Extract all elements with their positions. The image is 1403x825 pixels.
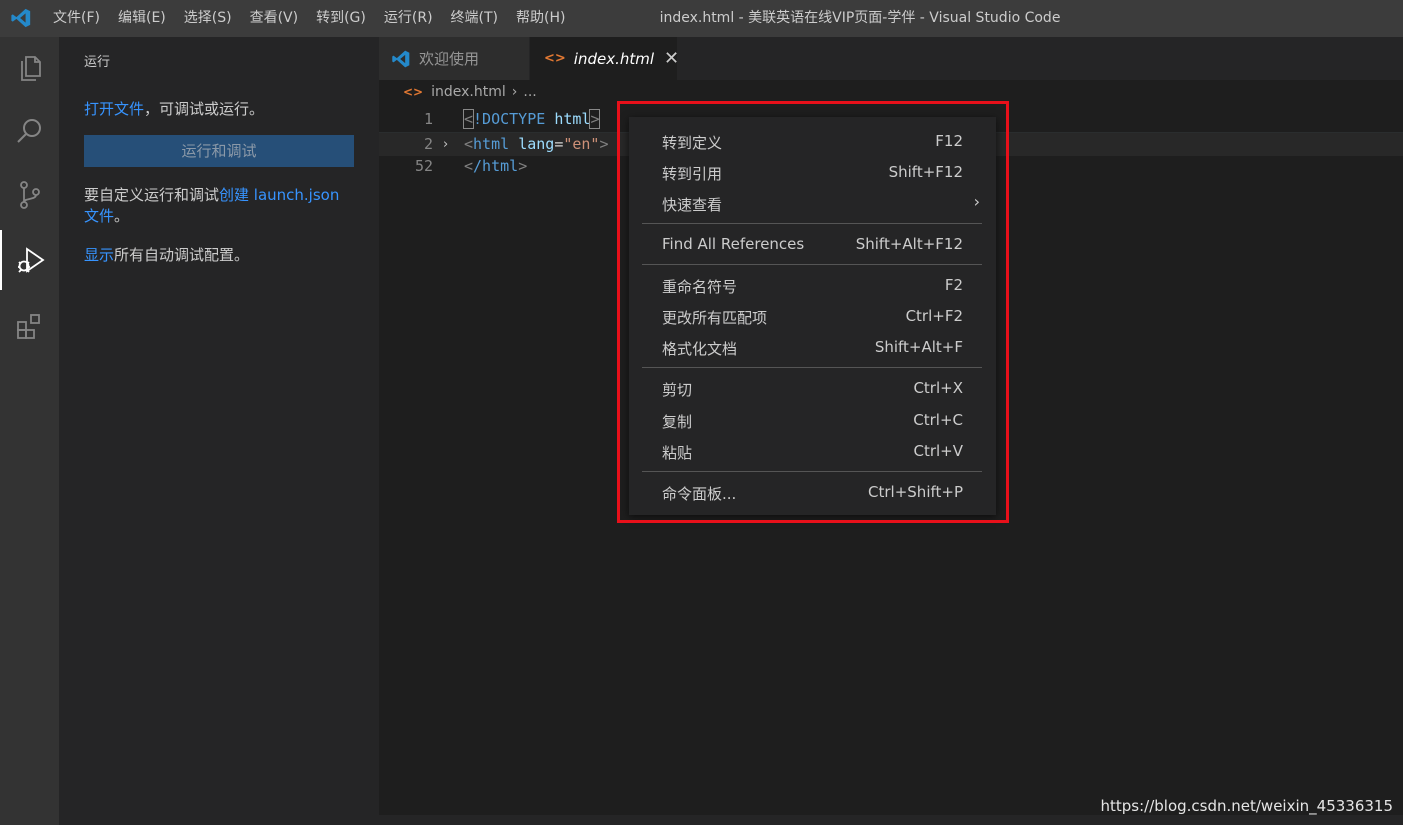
activity-bar [0,37,59,825]
vscode-logo-icon[interactable] [10,7,32,29]
title-bar: 文件(F) 编辑(E) 选择(S) 查看(V) 转到(G) 运行(R) 终端(T… [0,0,1403,37]
tab-welcome-label: 欢迎使用 [419,50,480,68]
customize-suffix: 。 [114,207,130,225]
menu-edit[interactable]: 编辑(E) [109,0,175,37]
create-launch-json-link-2[interactable]: 文件 [84,207,114,225]
menu-bar: 文件(F) 编辑(E) 选择(S) 查看(V) 转到(G) 运行(R) 终端(T… [44,0,574,37]
open-file-link[interactable]: 打开文件 [84,100,144,118]
horizontal-scrollbar[interactable] [379,815,1403,825]
sidebar-title: 运行 [84,55,111,70]
source-control-icon [19,181,40,209]
tab-index-html[interactable]: <> index.html ✕ [530,37,679,80]
customize-text: 要自定义运行和调试 [84,186,220,204]
open-file-line: 打开文件，可调试或运行。 [84,99,354,120]
html-file-icon: <> [544,51,566,66]
open-file-text: ，可调试或运行。 [144,100,265,118]
menu-terminal[interactable]: 终端(T) [442,0,507,37]
run-and-debug-button[interactable]: 运行和调试 [84,135,354,167]
line-number: 1 [423,110,433,128]
fold-chevron-icon[interactable]: › [443,133,448,156]
activity-source-control[interactable] [0,165,59,225]
watermark: https://blog.csdn.net/weixin_45336315 [1100,797,1393,815]
tab-bar: 欢迎使用 <> index.html ✕ [379,37,1403,80]
customize-line: 要自定义运行和调试创建 launch.json 文件。 [84,185,354,227]
html-file-icon: <> [403,85,424,99]
create-launch-json-link[interactable]: 创建 launch.json [219,186,339,204]
vscode-logo-icon [392,50,410,67]
close-icon[interactable]: ✕ [664,48,679,69]
menu-file[interactable]: 文件(F) [44,0,109,37]
breadcrumb-file[interactable]: index.html [431,84,506,100]
run-debug-icon [17,247,45,273]
breadcrumb-separator: › [511,84,518,100]
window-title: index.html - 美联英语在线VIP页面-学伴 - Visual Stu… [659,10,1061,26]
tab-index-label: index.html [573,49,655,68]
menu-go[interactable]: 转到(G) [307,0,375,37]
activity-extensions[interactable] [0,296,59,356]
breadcrumb-symbol[interactable]: ... [523,84,536,100]
search-icon [16,119,41,143]
menu-run[interactable]: 运行(R) [375,0,442,37]
explorer-icon [20,56,41,81]
code-text: </html> [464,157,528,175]
extensions-icon [16,314,40,339]
show-configs-link[interactable]: 显示 [84,246,114,264]
activity-search[interactable] [0,101,59,161]
line-number: 2 [423,135,433,153]
menu-view[interactable]: 查看(V) [241,0,308,37]
line-number: 52 [414,157,433,175]
activity-explorer[interactable] [0,37,59,97]
breadcrumb: <> index.html › ... [403,84,537,100]
show-configs-text: 所有自动调试配置。 [114,246,250,264]
activity-run-debug[interactable] [0,230,59,290]
code-text: <html lang="en"> [464,135,609,153]
tab-welcome[interactable]: 欢迎使用 [379,37,529,80]
annotation-highlight-box [617,101,1009,523]
show-configs-line: 显示所有自动调试配置。 [84,245,354,266]
menu-selection[interactable]: 选择(S) [175,0,241,37]
code-text: <!DOCTYPE html> [462,109,601,129]
run-sidebar: 运行 打开文件，可调试或运行。 运行和调试 要自定义运行和调试创建 launch… [59,37,379,825]
